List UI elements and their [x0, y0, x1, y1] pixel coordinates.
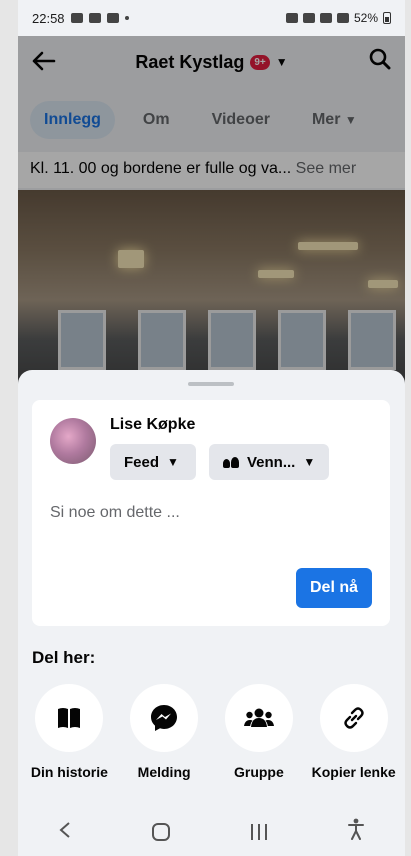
- system-nav-bar: [18, 808, 405, 856]
- nav-recents-icon[interactable]: [250, 824, 267, 840]
- share-comment-input[interactable]: Si noe om dette ...: [50, 504, 180, 522]
- mail-icon: [88, 13, 101, 23]
- nav-home-icon[interactable]: [152, 823, 171, 841]
- nav-back-icon[interactable]: [58, 819, 72, 845]
- audience-selector-label: Venn...: [247, 453, 296, 471]
- messenger-icon: [130, 684, 199, 752]
- share-target-copy-link[interactable]: Kopier lenke: [309, 684, 399, 780]
- battery-percent: 52%: [353, 11, 378, 25]
- feed-selector-label: Feed: [124, 453, 160, 471]
- app-icon: [106, 13, 119, 23]
- user-name: Lise Køpke: [110, 416, 196, 433]
- share-target-message[interactable]: Melding: [119, 684, 209, 780]
- group-icon: [224, 684, 293, 752]
- link-icon: [319, 684, 388, 752]
- share-now-button[interactable]: Del nå: [296, 568, 372, 608]
- share-target-story[interactable]: Din historie: [24, 684, 114, 780]
- share-composer-card: Lise Køpke Feed ▼ Venn... ▼ Si noe om de…: [32, 400, 390, 626]
- share-target-label: Din historie: [30, 764, 108, 780]
- accessibility-icon[interactable]: [347, 818, 365, 846]
- caret-down-icon: ▼: [167, 455, 179, 469]
- more-notifications-icon: [124, 16, 129, 20]
- share-target-label: Kopier lenke: [311, 764, 396, 780]
- share-target-group[interactable]: Gruppe: [214, 684, 304, 780]
- phone-screen: 22:58 52% Raet Kystlag 9+ ▼ Innlegg Om V…: [18, 0, 405, 856]
- share-sheet: Lise Køpke Feed ▼ Venn... ▼ Si noe om de…: [18, 370, 405, 856]
- share-target-label: Gruppe: [233, 764, 284, 780]
- signal-icon: [336, 13, 349, 23]
- battery-icon: [383, 12, 391, 24]
- audience-selector[interactable]: Venn... ▼: [209, 444, 329, 480]
- avatar: [50, 418, 96, 464]
- wifi-icon: [319, 13, 332, 23]
- alarm-icon: [285, 13, 298, 23]
- status-time: 22:58: [32, 10, 65, 26]
- notification-icon: [70, 13, 83, 23]
- share-targets: Din historie Melding Gruppe Kopier lenke: [18, 684, 405, 780]
- bluetooth-icon: [302, 13, 315, 23]
- book-icon: [35, 684, 104, 752]
- feed-selector[interactable]: Feed ▼: [110, 444, 196, 480]
- share-target-label: Melding: [137, 764, 191, 780]
- caret-down-icon: ▼: [303, 455, 316, 469]
- sheet-drag-handle[interactable]: [188, 382, 234, 386]
- share-here-heading: Del her:: [32, 648, 96, 667]
- friends-icon: [223, 456, 239, 468]
- status-bar: 22:58 52%: [18, 0, 405, 36]
